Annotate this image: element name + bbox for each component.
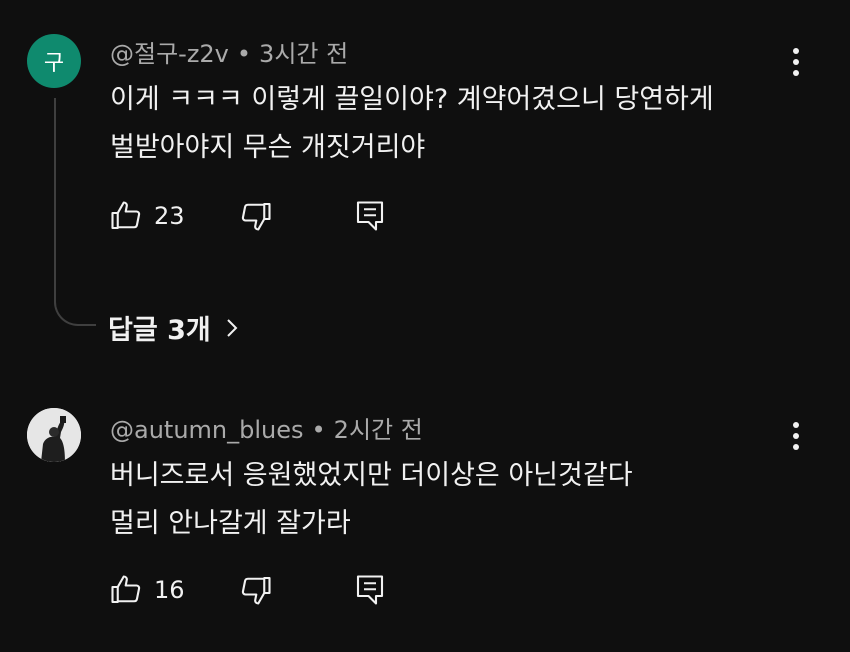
reply-button[interactable] bbox=[352, 572, 388, 608]
comment-line: 멀리 안나갈게 잘가라 bbox=[110, 508, 351, 539]
like-button[interactable]: 16 bbox=[108, 572, 185, 608]
comment-meta: @autumn_blues • 2시간 전 bbox=[110, 410, 423, 445]
author-name[interactable]: @autumn_blues bbox=[110, 416, 304, 444]
thumbs-down-icon bbox=[241, 576, 271, 605]
reply-comment-icon bbox=[356, 575, 384, 605]
comment-time[interactable]: 2시간 전 bbox=[334, 416, 423, 444]
comment-text: 버니즈로서 응원했었지만 더이상은 아닌것같다 멀리 안나갈게 잘가라 bbox=[110, 452, 800, 548]
like-count: 16 bbox=[154, 576, 185, 604]
more-options-button[interactable] bbox=[782, 416, 810, 456]
comment-line: 버니즈로서 응원했었지만 더이상은 아닌것같다 bbox=[110, 460, 633, 491]
dislike-button[interactable] bbox=[238, 572, 274, 608]
more-vertical-icon bbox=[793, 422, 799, 450]
meta-separator: • bbox=[311, 416, 326, 444]
avatar[interactable] bbox=[27, 408, 81, 462]
user-photo-icon bbox=[27, 408, 81, 462]
thumbs-up-icon bbox=[111, 575, 141, 604]
comment-item: @autumn_blues • 2시간 전 버니즈로서 응원했었지만 더이상은 아닌… bbox=[0, 0, 850, 652]
